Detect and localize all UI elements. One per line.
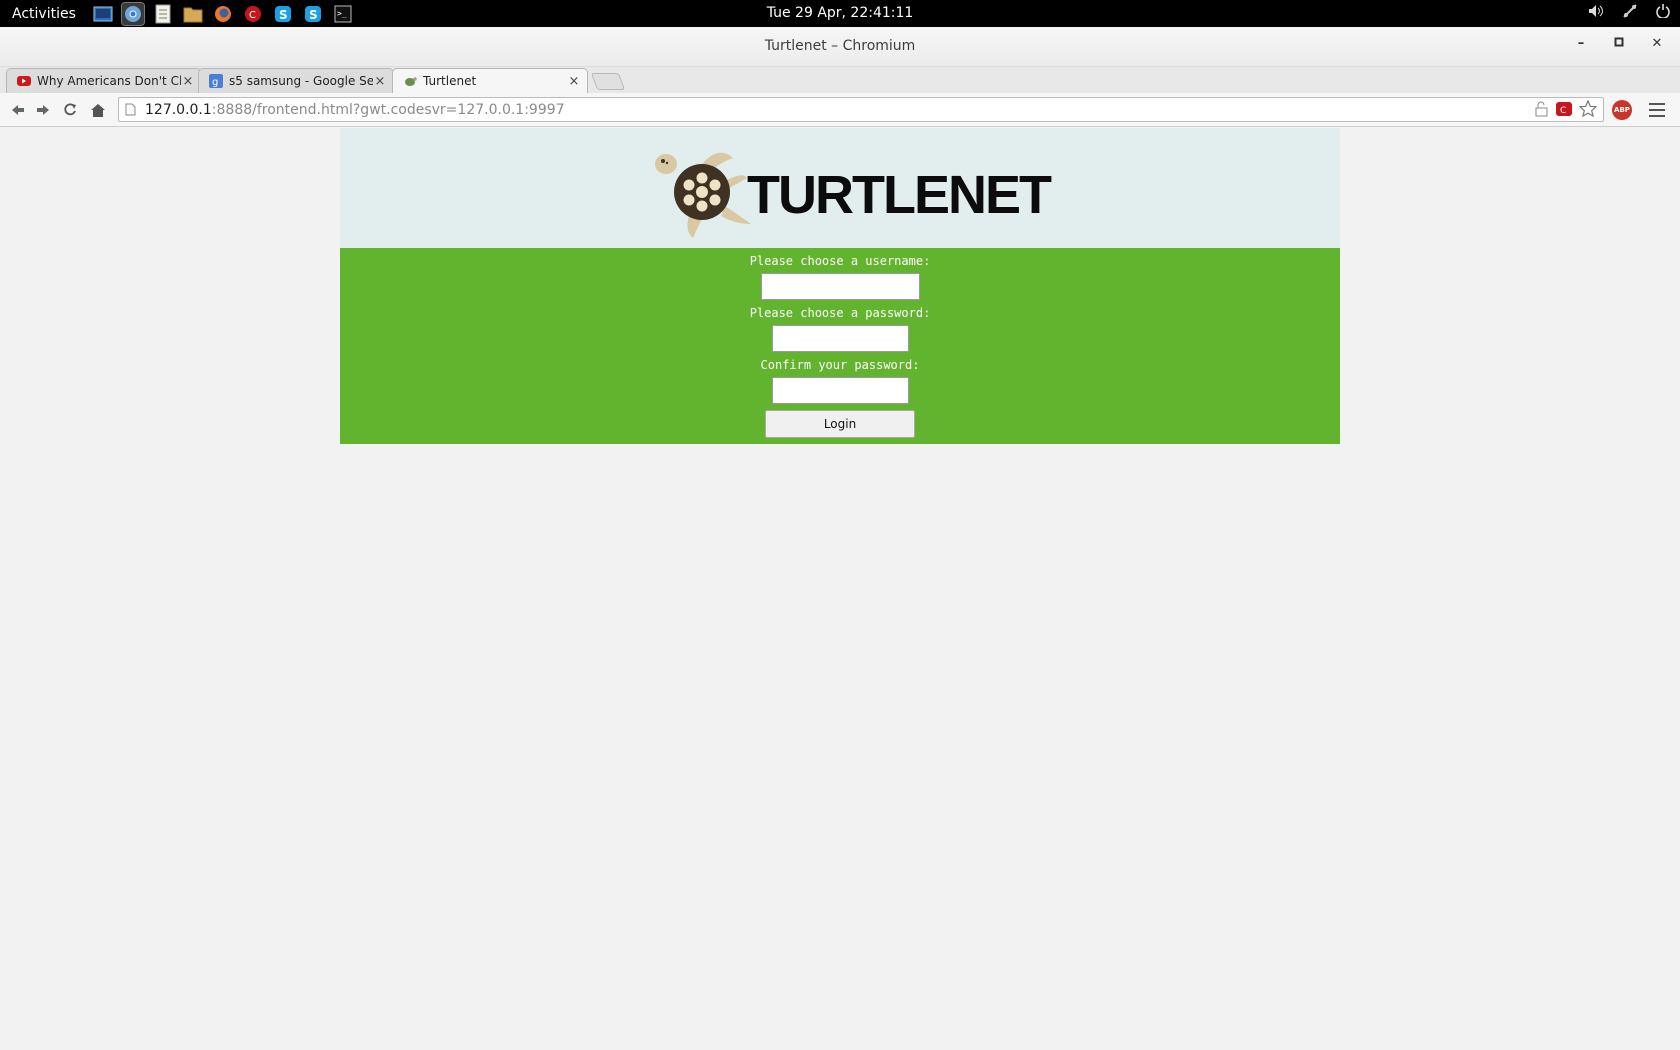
activities-button[interactable]: Activities	[0, 6, 92, 22]
page-icon	[125, 103, 145, 116]
tab-label: s5 samsung - Google Sear	[229, 74, 373, 88]
browser-toolbar: 127.0.0.1:8888/frontend.html?gwt.codesvr…	[0, 93, 1680, 127]
red-extension-icon[interactable]: C	[1555, 101, 1573, 121]
power-icon[interactable]	[1656, 4, 1670, 22]
password-input[interactable]	[771, 325, 909, 352]
terminal-window-icon[interactable]	[92, 3, 114, 25]
url-path: :8888/frontend.html?gwt.codesvr=127.0.0.…	[211, 101, 565, 118]
skype-icon[interactable]: S	[302, 3, 324, 25]
tab-close-button[interactable]: ×	[181, 74, 195, 89]
close-window-button[interactable]: ✕	[1648, 36, 1666, 51]
turtlenet-page: TURTLENET Please choose a username: Plea…	[340, 128, 1340, 444]
turtlenet-logo: TURTLENET	[655, 144, 1052, 240]
adblock-plus-icon[interactable]: ABP	[1612, 100, 1632, 120]
volume-icon[interactable]	[1588, 4, 1604, 22]
bookmark-star-icon[interactable]	[1578, 99, 1598, 121]
red-app-icon[interactable]: C	[242, 3, 264, 25]
confirm-password-input[interactable]	[771, 377, 909, 404]
address-bar[interactable]: 127.0.0.1:8888/frontend.html?gwt.codesvr…	[118, 97, 1604, 122]
window-controls: – ✕	[1572, 36, 1666, 51]
home-button[interactable]	[88, 100, 108, 120]
svg-text:C: C	[1560, 106, 1566, 116]
tab-close-button[interactable]: ×	[567, 74, 581, 89]
tab-label: Turtlenet	[423, 74, 477, 88]
tab-label: Why Americans Don't Clea	[37, 74, 181, 88]
files-icon[interactable]	[182, 3, 204, 25]
page-header: TURTLENET	[340, 128, 1340, 248]
tab-google-search[interactable]: g s5 samsung - Google Sear ×	[198, 68, 394, 93]
window-title: Turtlenet – Chromium	[764, 38, 916, 54]
youtube-icon	[17, 74, 31, 88]
back-button[interactable]	[8, 100, 28, 120]
forward-button[interactable]	[33, 100, 53, 120]
tab-close-button[interactable]: ×	[373, 74, 387, 89]
password-label: Please choose a password:	[749, 306, 931, 320]
network-icon[interactable]	[1622, 3, 1638, 23]
gnome-top-bar: Activities C S S >_ Tue 29 Apr, 22:41:11	[0, 0, 1680, 27]
registration-form: Please choose a username: Please choose …	[340, 248, 1340, 444]
terminal-icon[interactable]: >_	[332, 3, 354, 25]
address-bar-actions: C	[1535, 99, 1598, 121]
svg-text:>_: >_	[337, 9, 347, 18]
window-title-bar: Turtlenet – Chromium – ✕	[0, 27, 1680, 67]
turtle-logo-icon	[655, 152, 751, 238]
maximize-button[interactable]	[1610, 36, 1628, 51]
tab-strip: Why Americans Don't Clea × g s5 samsung …	[0, 67, 1680, 93]
tab-turtlenet[interactable]: Turtlenet ×	[392, 68, 588, 93]
username-label: Please choose a username:	[749, 254, 931, 268]
svg-text:C: C	[249, 10, 256, 21]
login-button[interactable]: Login	[765, 410, 915, 438]
text-editor-icon[interactable]	[152, 3, 174, 25]
launcher-bar: C S S >_	[92, 1, 354, 26]
confirm-password-label: Confirm your password:	[760, 358, 920, 372]
chromium-icon[interactable]	[121, 1, 145, 26]
chrome-menu-icon[interactable]	[1649, 101, 1665, 119]
reload-button[interactable]	[60, 100, 80, 120]
new-tab-button[interactable]	[590, 73, 626, 90]
unlock-icon[interactable]	[1535, 101, 1549, 121]
username-input[interactable]	[760, 273, 920, 300]
turtle-icon	[403, 74, 417, 88]
minimize-button[interactable]: –	[1572, 36, 1590, 51]
logo-text: TURTLENET	[747, 165, 1052, 225]
svg-text:g: g	[212, 77, 218, 88]
tab-youtube[interactable]: Why Americans Don't Clea ×	[6, 68, 202, 93]
firefox-icon[interactable]	[212, 3, 234, 25]
svg-text:S: S	[279, 8, 288, 22]
svg-text:S: S	[309, 8, 318, 22]
system-tray	[1588, 3, 1670, 23]
google-icon: g	[209, 74, 223, 88]
url-host: 127.0.0.1	[145, 101, 212, 118]
skype-icon[interactable]: S	[272, 3, 294, 25]
